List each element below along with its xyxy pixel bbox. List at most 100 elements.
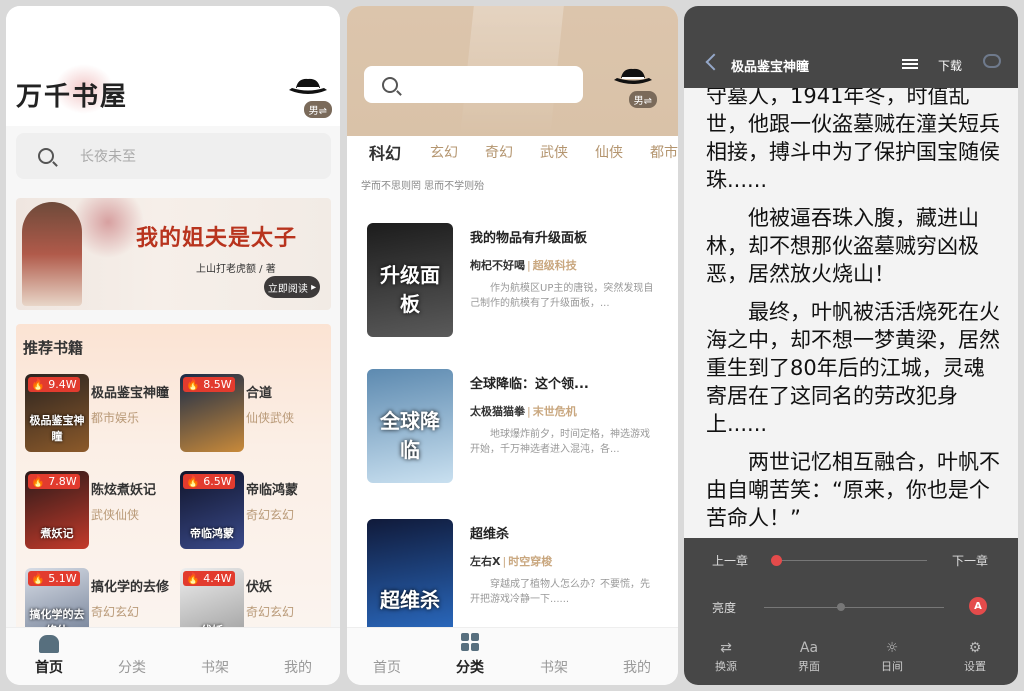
promo-banner[interactable]: 我的姐夫是太子 上山打老虎额 / 著 立即阅读 ▸ [16,198,331,310]
tab-home[interactable]: 首页 [24,635,74,677]
book-list-item[interactable]: 全球降临 全球降临：这个领... 太极猫猫拳 | 末世危机 地球爆炸前夕，时间定格，神选游… [367,369,667,489]
search-input[interactable] [364,66,583,103]
tab-mine[interactable]: 我的 [612,657,662,677]
book-genre: 时空穿梭 [508,555,553,568]
avatar[interactable]: 男⇌ [611,64,657,108]
reader-screen: 极品鉴宝神瞳 下载 守墓人，1941年冬，时值乱世，他跟一伙盗墓贼在潼关短兵相接… [684,6,1018,685]
book-cover: 🔥 8.5W [180,374,244,452]
tab-label: 分类 [118,660,146,676]
gender-switch-badge[interactable]: 男⇌ [628,91,657,108]
cover-title: 煮妖记 [40,527,74,540]
chapter-list-icon[interactable] [902,59,918,69]
fedora-hat-icon [614,68,652,84]
book-name: 陈炫煮妖记 [91,483,157,498]
book-description: 地球爆炸前夕，时间定格，神选游戏开始，千万神选者进入混沌，各... [470,429,650,455]
category-tab-xuanhuan[interactable]: 玄幻 [430,142,458,162]
cover-title: 升级面板 [380,263,440,316]
next-chapter-button[interactable]: 下一章 [952,552,988,569]
interface-button[interactable]: Aa 界面 [784,640,834,674]
grid-icon [461,633,479,651]
more-icon[interactable] [983,54,1001,68]
category-tab-xianxia[interactable]: 仙侠 [595,142,623,162]
cover-title: 帝临鸿蒙 [190,527,234,540]
book-author: 左右X [470,555,501,568]
home-screen: 万千书屋 男⇌ 长夜未至 我的姐夫是太子 上山打老虎额 / 著 立即阅读 ▸ 推… [6,6,340,685]
book-category: 奇幻玄幻 [91,605,140,619]
book-cover: 🔥 6.5W 帝临鸿蒙 [180,471,244,549]
book-list-item[interactable]: 升级面板 我的物品有升级面板 枸杞不好喝 | 超级科技作为航模区UP主的唐锐，突然发现自… [367,223,667,343]
category-tab-scifi[interactable]: 科幻 [369,140,401,164]
book-meta: 枸杞不好喝 | 超级科技 [470,257,577,273]
reader-top-bar: 极品鉴宝神瞳 下载 [684,6,1018,88]
heat-badge: 🔥 5.1W [28,571,80,586]
recommended-book[interactable]: 🔥 7.8W 煮妖记 陈炫煮妖记武侠仙侠 [25,471,177,551]
book-description: 作为航模区UP主的唐锐，突然发现自己制作的航模有了升级面板，... [470,283,654,309]
book-author: 太极猫猫拳 [470,405,525,418]
change-source-button[interactable]: ⇄ 换源 [701,640,751,674]
brightness-slider-thumb[interactable] [837,603,846,611]
section-title: 推荐书籍 [23,339,84,357]
tab-bookshelf[interactable]: 书架 [529,657,579,677]
chapter-progress-slider[interactable] [771,555,927,566]
banner-character-art [22,202,82,306]
book-category: 都市娱乐 [91,411,140,425]
search-input[interactable]: 长夜未至 [16,133,331,179]
chapter-slider-thumb[interactable] [771,555,783,566]
brightness-slider[interactable] [764,603,944,611]
paragraph: 两世记忆相互融合，叶帆不由自嘲苦笑：“原来，你也是个苦命人！” [706,450,1000,530]
category-tab-fantasy[interactable]: 奇幻 [485,142,513,162]
heat-value: 7.8W [48,475,77,488]
heat-badge: 🔥 4.4W [183,571,235,586]
read-now-label: 立即阅读 [267,283,308,295]
book-title: 我的物品有升级面板 [470,231,588,246]
book-list-item[interactable]: 超维杀 超维杀 左右X | 时空穿梭 穿越成了植物人怎么办？不要慌，先开把游戏冷静一下..… [367,519,667,639]
tab-mine[interactable]: 我的 [273,657,323,677]
auto-brightness-icon[interactable]: A [969,597,987,615]
tab-bookshelf[interactable]: 书架 [190,657,240,677]
button-label: 界面 [798,660,820,673]
heat-badge: 🔥 7.8W [28,474,80,489]
book-title: 极品鉴宝神瞳 [731,60,810,75]
recommended-book[interactable]: 🔥 6.5W 帝临鸿蒙 帝临鸿蒙 奇幻玄幻 [180,471,332,551]
tab-category[interactable]: 分类 [445,633,495,677]
separator: | [527,405,531,418]
prev-chapter-button[interactable]: 上一章 [712,552,748,569]
heat-badge: 🔥 8.5W [183,377,235,392]
category-tab-wuxia[interactable]: 武侠 [540,142,568,162]
book-list: 学而不思则罔 思而不学则殆 升级面板 我的物品有升级面板 枸杞不好喝 | 超级科技 作为航… [347,172,678,633]
tab-label: 书架 [540,660,568,676]
book-category: 武侠仙侠 [91,508,140,522]
heat-value: 9.4W [48,378,77,391]
book-cover: 🔥 9.4W 极品鉴宝神瞳 [25,374,89,452]
book-name: 帝临鸿蒙 [246,483,299,498]
search-placeholder: 长夜未至 [80,149,136,165]
font-icon: Aa [799,640,819,656]
category-screen: 男⇌ 科幻 玄幻 奇幻 武侠 仙侠 都市 学而不思则罔 思而不学则殆 升级面板我… [347,6,678,685]
book-title: 全球降临：这个领... [470,377,589,392]
tab-home[interactable]: 首页 [362,657,412,677]
tab-category[interactable]: 分类 [107,657,157,677]
gender-switch-badge[interactable]: 男⇌ [303,101,332,118]
tab-label: 分类 [456,660,484,676]
avatar[interactable]: 男⇌ [286,74,332,118]
book-name: 搞化学的去修 [91,580,170,595]
tab-label: 我的 [623,660,651,676]
day-mode-button[interactable]: ☼ 日间 [867,640,917,674]
back-icon[interactable] [705,53,723,71]
paragraph: 最终，叶帆被活活烧死在火海之中，却不想一梦黄梁，居然重生到了80年后的江城，灵魂… [706,300,1000,436]
download-button[interactable]: 下载 [938,57,962,74]
button-label: 设置 [964,660,986,673]
search-icon [382,76,398,93]
book-genre: 超级科技 [532,259,577,272]
recommended-book[interactable]: 🔥 8.5W 合道 仙侠武侠 [180,374,332,454]
read-now-button[interactable]: 立即阅读 ▸ [264,276,320,298]
category-tab-urban[interactable]: 都市 [650,142,678,162]
book-cover: 全球降临 [367,369,453,483]
settings-button[interactable]: ⚙ 设置 [950,640,1000,674]
tab-label: 书架 [201,660,229,676]
reading-area[interactable]: 守墓人，1941年冬，时值乱世，他跟一伙盗墓贼在潼关短兵相接，搏斗中为了保护国宝… [684,88,1018,538]
heat-value: 8.5W [203,378,232,391]
book-name: 合道 [246,386,273,401]
recommended-book[interactable]: 🔥 9.4W 极品鉴宝神瞳 极品鉴宝神瞳 都市娱乐 [25,374,177,454]
book-name: 极品鉴宝神瞳 [91,386,170,401]
